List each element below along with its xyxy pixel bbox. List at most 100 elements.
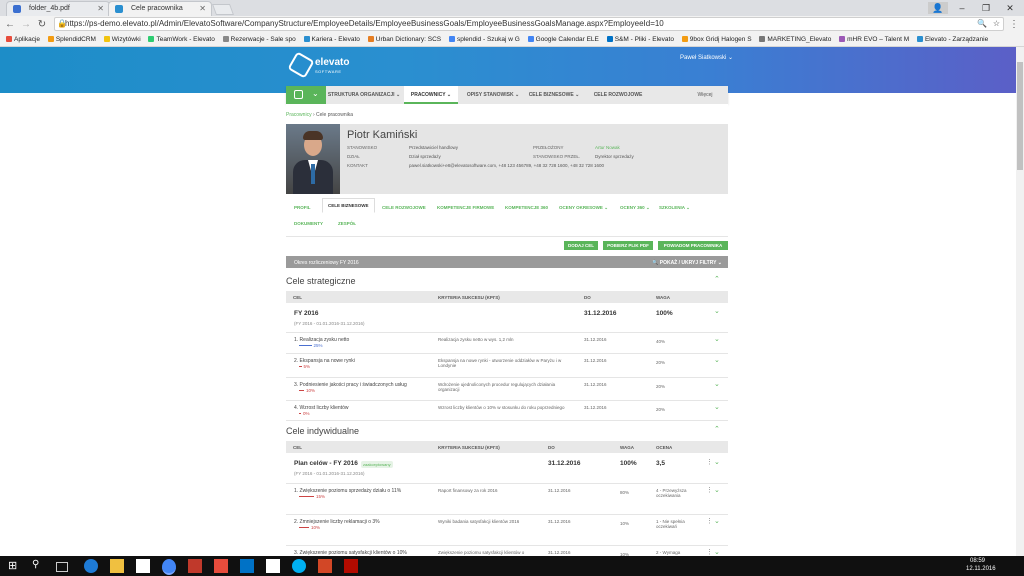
search-icon[interactable]: ⚲: [32, 559, 46, 573]
forward-icon[interactable]: →: [20, 18, 32, 31]
bookmark-item[interactable]: splendid - Szukaj w G: [448, 34, 520, 46]
restore-icon[interactable]: ❐: [976, 2, 996, 14]
bookmark-item[interactable]: SplendidCRM: [47, 34, 96, 46]
bookmark-item[interactable]: Wizytówki: [103, 34, 141, 46]
chevron-down-icon[interactable]: ⌄: [714, 308, 720, 315]
goal-link[interactable]: 1. Zwiększenie poziomu sprzedaży działu …: [294, 488, 401, 494]
manager-link[interactable]: Artur Nowak: [595, 145, 620, 150]
home-menu-button[interactable]: ⌄: [286, 86, 326, 104]
goal-link[interactable]: 2. Zmniejszenie liczby reklamacji o 3%: [294, 519, 380, 525]
bookmark-item[interactable]: S&M - Pliki - Elevato: [606, 34, 674, 46]
store-icon[interactable]: [136, 559, 150, 573]
chevron-down-icon[interactable]: ⌄: [714, 336, 720, 343]
menu-icon[interactable]: ⋮: [1008, 18, 1020, 31]
chevron-down-icon[interactable]: ⌄: [714, 459, 720, 466]
more-options-icon[interactable]: ⋮: [706, 459, 713, 466]
tab-company-competencies[interactable]: KOMPETENCJE FIRMOWE: [437, 205, 494, 210]
app-logo[interactable]: elevato SOFTWARE: [287, 51, 361, 79]
chevron-down-icon[interactable]: ⌄: [714, 404, 720, 411]
header-weight: WAGA: [620, 445, 634, 450]
bookmark-item[interactable]: Kariera - Elevato: [303, 34, 360, 46]
bookmark-icon: [303, 36, 310, 42]
chevron-down-icon[interactable]: ⌄: [714, 381, 720, 388]
task-view-icon[interactable]: [56, 562, 68, 572]
tab-documents[interactable]: DOKUMENTY: [294, 221, 323, 226]
profile-icon[interactable]: 👤: [928, 2, 948, 14]
collapse-strategic-icon[interactable]: ⌃: [714, 276, 720, 283]
edge-icon[interactable]: [84, 559, 98, 573]
minimize-icon[interactable]: –: [952, 2, 972, 14]
bookmark-item[interactable]: Aplikacje: [6, 34, 40, 46]
nav-development-goals[interactable]: CELE ROZWOJOWE: [586, 86, 650, 104]
bookmark-item[interactable]: TeamWork - Elevato: [148, 34, 215, 46]
star-icon[interactable]: ☆: [993, 18, 1000, 30]
new-tab-button[interactable]: [211, 4, 235, 15]
outlook-icon[interactable]: [240, 559, 254, 573]
browser-tab-pdf[interactable]: folder_4b.pdf ✕: [6, 1, 110, 16]
header-kpi: KRYTERIA SUKCESU (KPI'S): [438, 295, 500, 300]
progress-bar: [299, 366, 302, 367]
bookmark-item[interactable]: Rezerwacje - Sale spo: [222, 34, 296, 46]
bookmark-item[interactable]: Urban Dictionary: SCS: [367, 34, 441, 46]
collapse-individual-icon[interactable]: ⌃: [714, 426, 720, 433]
bookmark-label: mHR EVO – Talent M: [847, 36, 910, 43]
nav-more[interactable]: Więcej: [686, 86, 724, 104]
tab-profile[interactable]: PROFIL: [294, 205, 311, 210]
skype-icon[interactable]: [292, 559, 306, 573]
calculator-icon[interactable]: [266, 559, 280, 573]
nav-structure[interactable]: STRUKTURA ORGANIZACJI ⌄: [326, 86, 402, 104]
bookmark-item[interactable]: MARKETING_Elevato: [759, 34, 831, 46]
bookmark-item[interactable]: Google Calendar ELE: [527, 34, 599, 46]
back-icon[interactable]: ←: [4, 18, 16, 31]
nav-employees[interactable]: PRACOWNICY ⌄: [404, 86, 458, 104]
strategic-goal-row: 2. Ekspansja na nowe rynki 5% Ekspansja na…: [286, 353, 728, 378]
nav-label: STRUKTURA ORGANIZACJI: [327, 92, 395, 98]
clock-date[interactable]: 12.11.2016: [966, 566, 996, 572]
powerpoint-icon[interactable]: [318, 559, 332, 573]
more-options-icon[interactable]: ⋮: [706, 549, 713, 556]
group-date: 31.12.2016: [584, 310, 617, 317]
scrollbar-thumb[interactable]: [1017, 62, 1023, 170]
kpi-text: Raport finansowy za rok 2016: [438, 488, 498, 493]
notify-employee-button[interactable]: POWIADOM PRACOWNIKA: [658, 241, 728, 250]
close-tab-icon[interactable]: ✕: [199, 4, 206, 13]
start-icon[interactable]: ⊞: [8, 559, 22, 573]
nav-job-descriptions[interactable]: OPISY STANOWISK ⌄: [462, 86, 524, 104]
search-icon[interactable]: 🔍: [977, 18, 987, 30]
browser-tab-active[interactable]: Cele pracownika ✕: [108, 1, 212, 16]
tab-periodic-reviews[interactable]: OCENY OKRESOWE ⌄: [559, 205, 608, 211]
tab-development-goals[interactable]: CELE ROZWOJOWE: [382, 205, 426, 210]
bookmark-item[interactable]: 9box Gridį Halogen S: [681, 34, 752, 46]
individual-group-row: Plan celów - FY 2016 zaakceptowany (FY 2…: [286, 453, 728, 484]
tab-business-goals[interactable]: CELE BIZNESOWE: [322, 198, 375, 213]
close-window-icon[interactable]: ✕: [1000, 2, 1020, 14]
bookmark-item[interactable]: Elevato - Zarządzanie: [916, 34, 988, 46]
toggle-filters-button[interactable]: 🔍 POKAŻ / UKRYJ FILTRY ⌄: [652, 260, 722, 266]
clock-time[interactable]: 08:59: [970, 558, 985, 564]
explorer-icon[interactable]: [110, 559, 124, 573]
chevron-down-icon[interactable]: ⌄: [714, 549, 720, 556]
mail-icon[interactable]: [214, 559, 228, 573]
chevron-down-icon[interactable]: ⌄: [714, 518, 720, 525]
chrome-icon[interactable]: [162, 559, 176, 575]
breadcrumb-link[interactable]: Pracownicy: [286, 112, 312, 118]
chevron-down-icon[interactable]: ⌄: [714, 357, 720, 364]
bookmark-label: 9box Gridį Halogen S: [689, 36, 752, 43]
more-options-icon[interactable]: ⋮: [706, 518, 713, 525]
bookmark-item[interactable]: mHR EVO – Talent M: [839, 34, 909, 46]
tab-reviews-360[interactable]: OCENY 360 ⌄: [620, 205, 650, 211]
tab-competencies-360[interactable]: KOMPETENCJE 360: [505, 205, 548, 210]
url-input[interactable]: 🔒 https://ps-demo.elevato.pl/Admin/Eleva…: [54, 17, 1004, 31]
user-menu[interactable]: Paweł Siatkowski ⌄: [680, 54, 733, 61]
reload-icon[interactable]: ↻: [36, 18, 48, 31]
more-options-icon[interactable]: ⋮: [706, 487, 713, 494]
tab-team[interactable]: ZESPÓŁ: [338, 221, 356, 226]
chevron-down-icon[interactable]: ⌄: [714, 487, 720, 494]
nav-business-goals[interactable]: CELE BIZNESOWE ⌄: [526, 86, 582, 104]
tab-trainings[interactable]: SZKOLENIA ⌄: [659, 205, 690, 211]
close-tab-icon[interactable]: ✕: [97, 4, 104, 13]
download-pdf-button[interactable]: POBIERZ PLIK PDF: [603, 241, 653, 250]
acrobat-icon[interactable]: [344, 559, 358, 573]
app-icon[interactable]: [188, 559, 202, 573]
add-goal-button[interactable]: DODAJ CEL: [564, 241, 598, 250]
